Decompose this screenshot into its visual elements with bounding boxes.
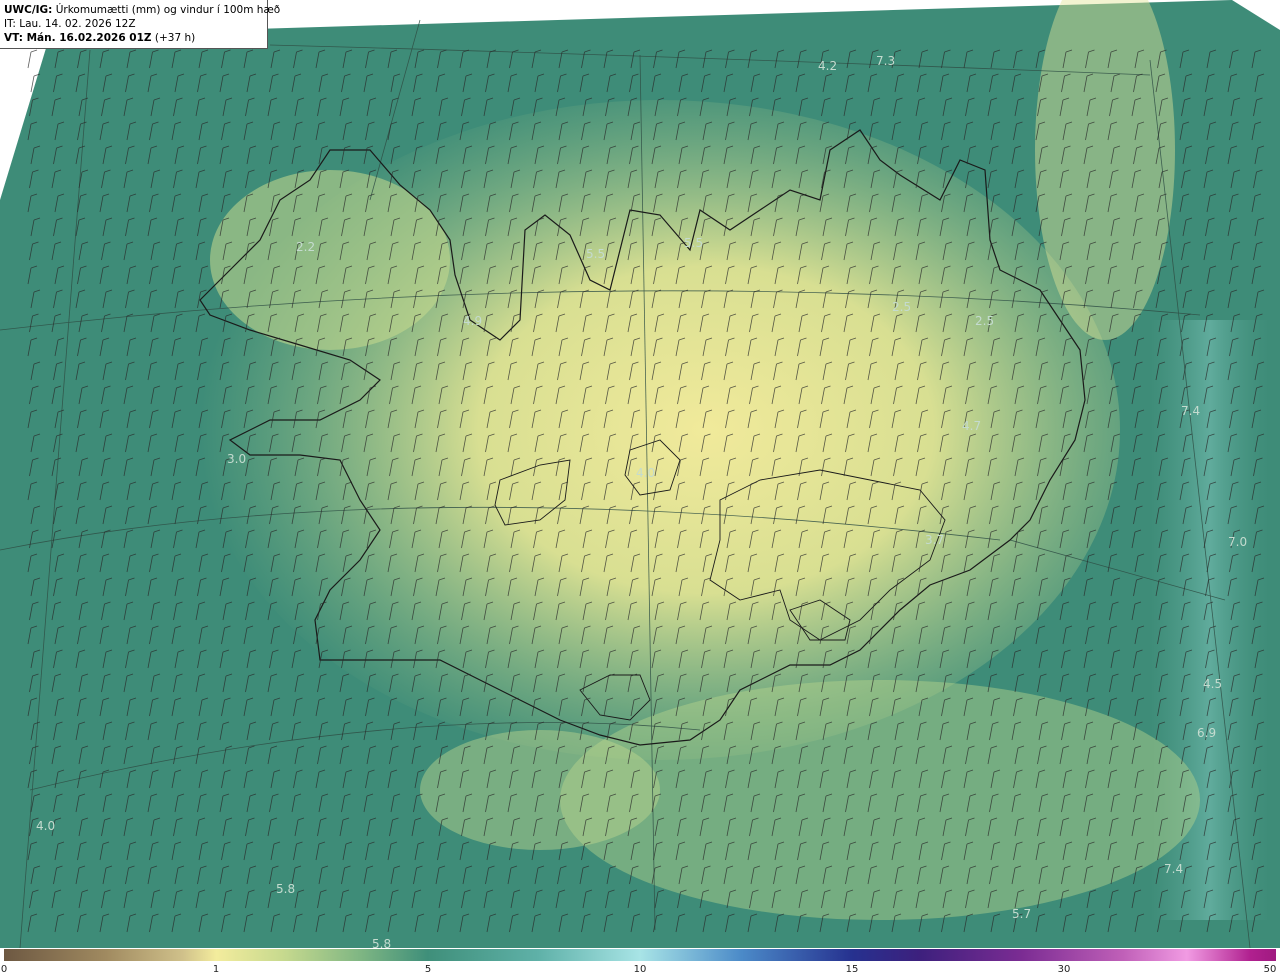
map-value-label: 7.4: [1164, 862, 1183, 876]
forecast-map[interactable]: 4.2 7.3 2.2 5.5 5.5 4.9 2.5 2.5 7.4 4.7 …: [0, 0, 1280, 948]
init-time: IT: Lau. 14. 02. 2026 12Z: [4, 18, 136, 30]
map-value-label: 5.7: [1012, 907, 1031, 921]
map-value-label: 4.0: [636, 466, 655, 480]
valid-time-row: VT: Mán. 16.02.2026 01Z (+37 h): [4, 31, 263, 45]
map-value-label: 4.7: [962, 419, 981, 433]
colorbar-tick: 15: [845, 964, 859, 975]
colorbar-tick: 0: [0, 964, 8, 975]
map-value-label: 5.5: [684, 236, 703, 250]
map-value-label: 4.5: [1203, 677, 1222, 691]
valid-time: VT: Mán. 16.02.2026 01Z: [4, 32, 152, 44]
map-value-label: 5.5: [586, 247, 605, 261]
map-title: Úrkomumætti (mm) og vindur í 100m hæð: [55, 4, 281, 16]
map-value-label: 3.0: [227, 452, 246, 466]
map-value-label: 5.8: [372, 937, 391, 948]
map-value-label: 2.5: [892, 300, 911, 314]
map-value-label: 3.7: [925, 533, 944, 547]
map-value-label: 4.9: [463, 314, 482, 328]
southwest-sea-glow: [420, 730, 660, 850]
title-row: UWC/IG: Úrkomumætti (mm) og vindur í 100…: [4, 3, 280, 17]
map-value-label: 7.0: [1228, 535, 1247, 549]
colorbar-tick: 50: [1263, 964, 1277, 975]
map-value-label: 4.0: [36, 819, 55, 833]
map-value-label: 2.5: [975, 314, 994, 328]
colorbar-tick: 10: [633, 964, 647, 975]
map-info-box: UWC/IG: Úrkomumætti (mm) og vindur í 100…: [0, 0, 280, 49]
colorbar: 0 1 5 10 15 30 50: [0, 948, 1280, 978]
colorbar-tick: 1: [212, 964, 220, 975]
map-value-label: 2.2: [296, 240, 315, 254]
map-value-label: 6.9: [1197, 726, 1216, 740]
map-value-label: 4.2: [818, 59, 837, 73]
valid-offset: (+37 h): [154, 32, 196, 44]
map-value-label: 7.3: [876, 54, 895, 68]
colorbar-tick: 5: [424, 964, 432, 975]
map-value-label: 7.4: [1181, 404, 1200, 418]
map-value-label: 5.8: [276, 882, 295, 896]
colorbar-gradient: [4, 949, 1276, 961]
colorbar-tick: 30: [1057, 964, 1071, 975]
product-label: UWC/IG:: [4, 4, 53, 16]
